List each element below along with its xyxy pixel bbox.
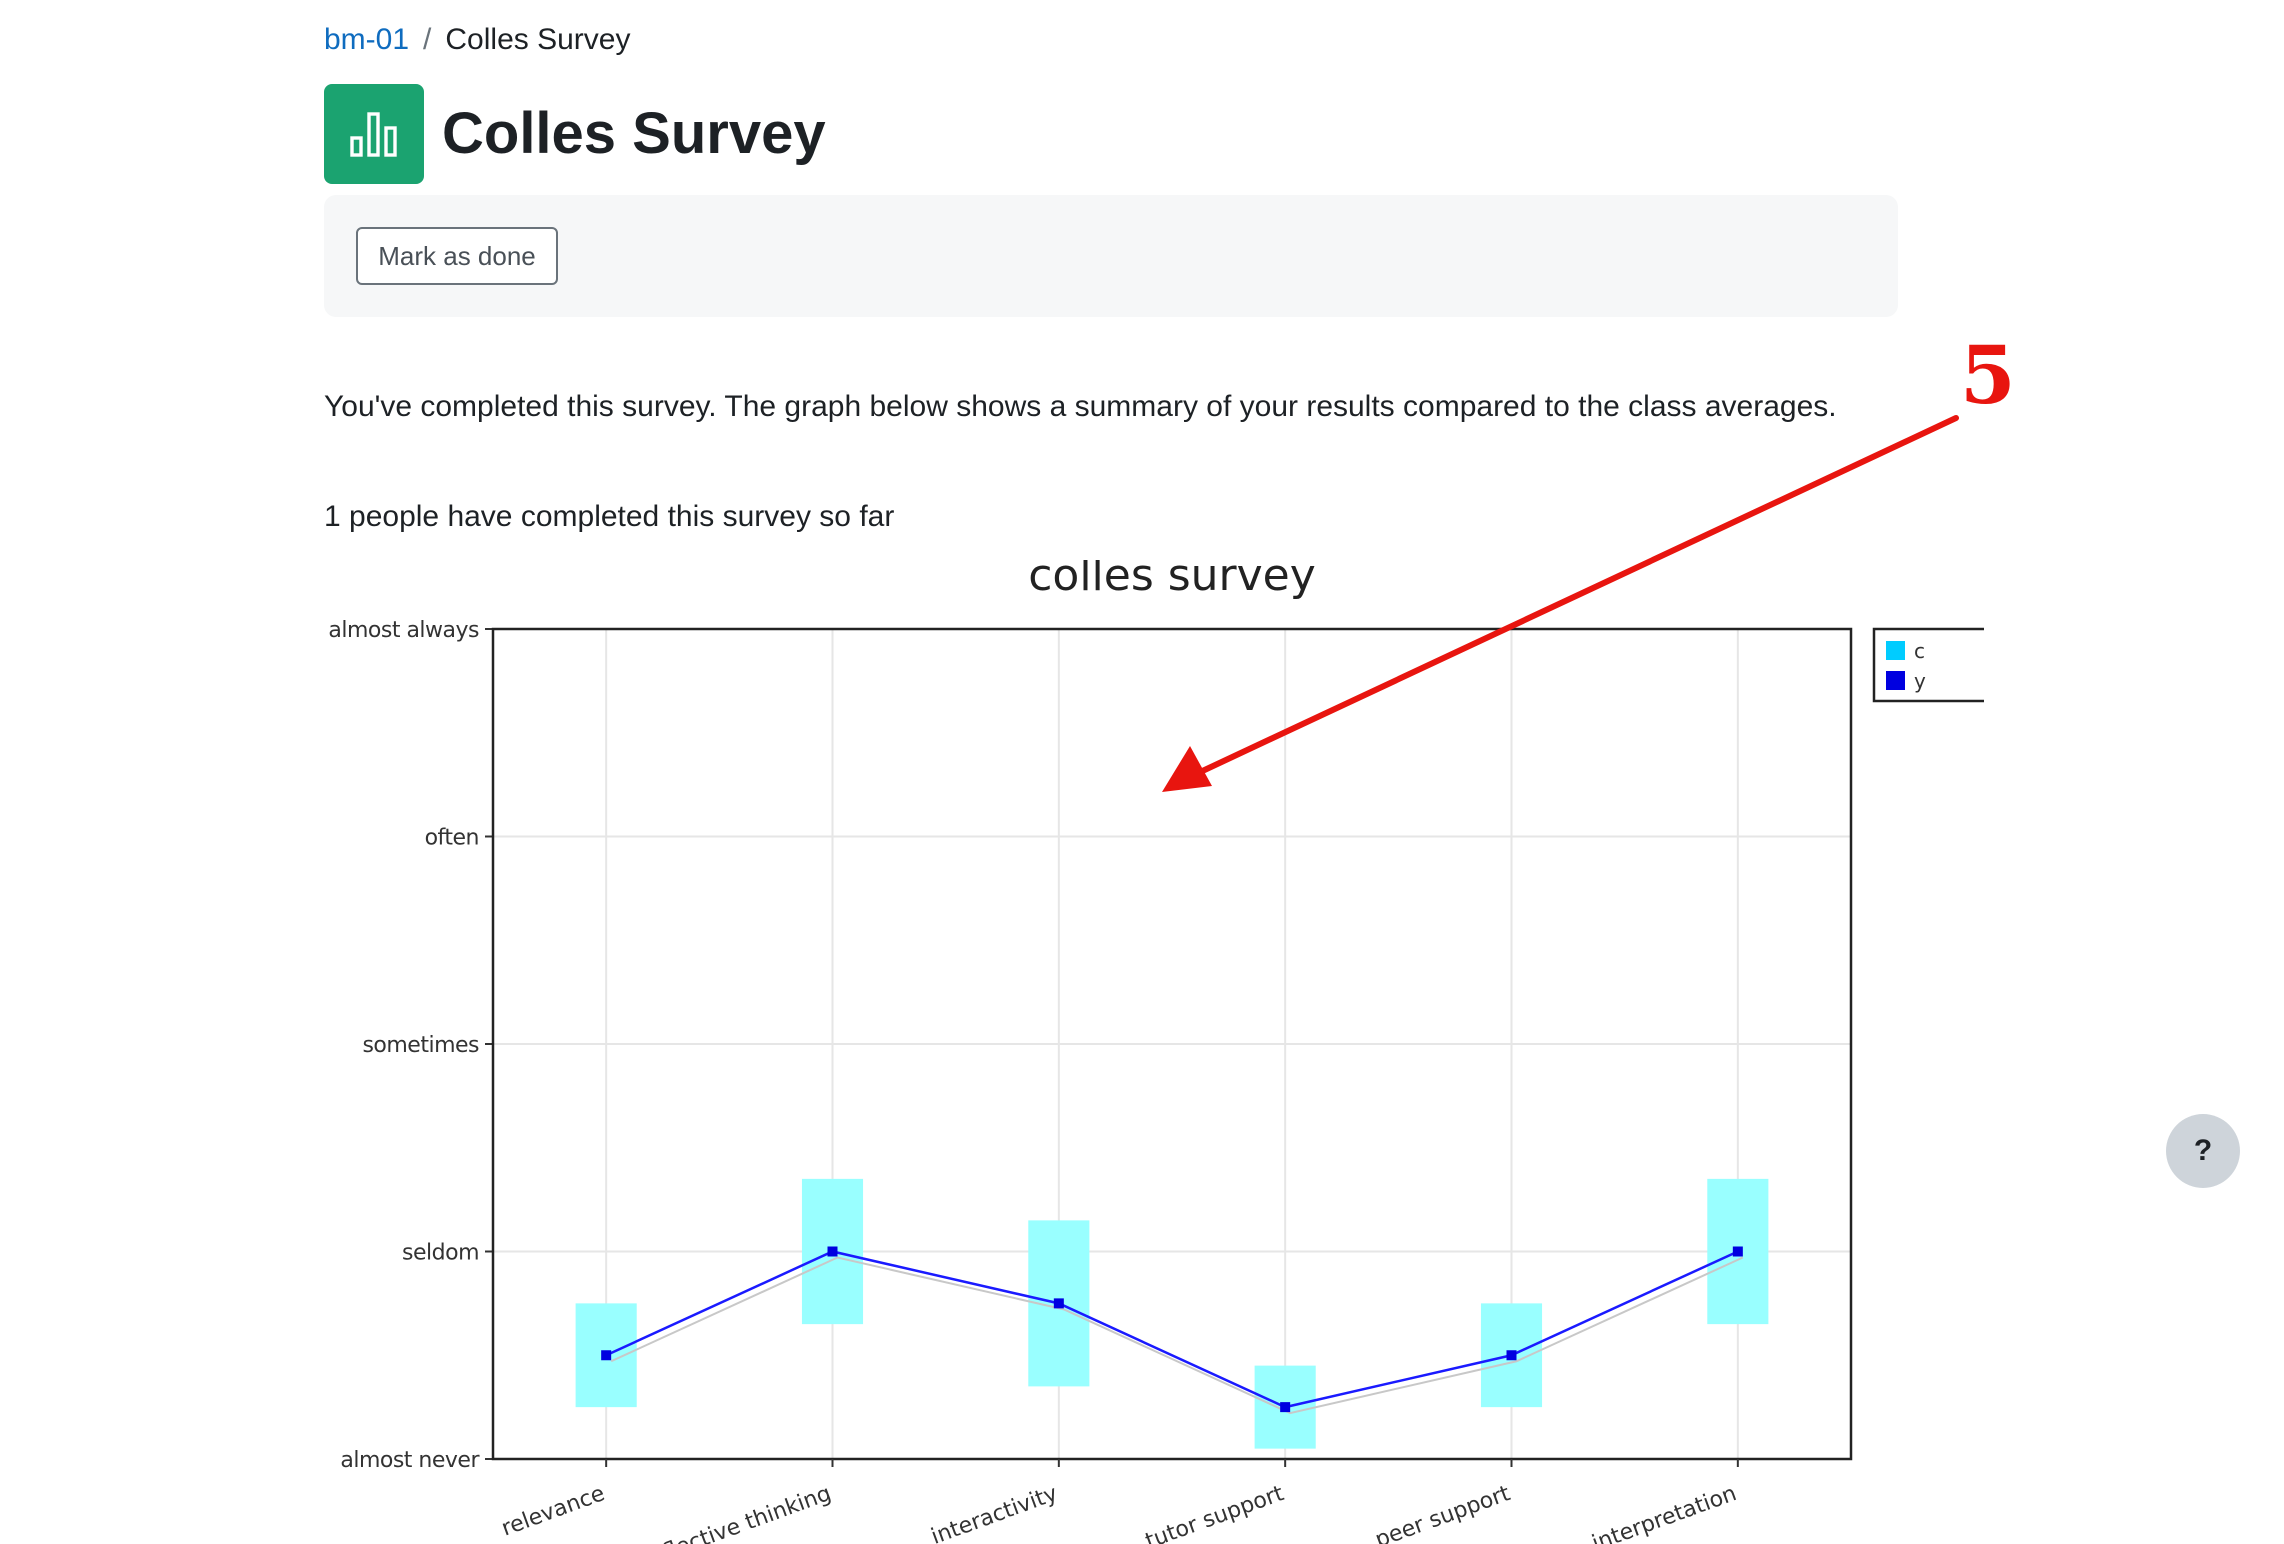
mark-as-done-button[interactable]: Mark as done — [356, 227, 558, 285]
x-tick-label: tutor support — [1142, 1481, 1287, 1544]
breadcrumb-course-link[interactable]: bm-01 — [324, 23, 409, 56]
x-tick-label: interactivity — [928, 1481, 1061, 1544]
y-tick-label: sometimes — [362, 1033, 479, 1058]
y-tick-label: seldom — [402, 1241, 479, 1266]
y-tick-label: almost always — [328, 618, 479, 643]
series-line — [605, 1250, 1739, 1409]
activity-information-panel: Mark as done — [324, 195, 1898, 317]
breadcrumb-separator: / — [423, 23, 432, 56]
series-point — [1732, 1246, 1743, 1257]
y-tick-label: often — [425, 826, 479, 851]
series-point — [1506, 1350, 1517, 1361]
chart-bars-icon — [324, 84, 424, 184]
series-point — [1053, 1298, 1064, 1309]
x-tick-label: interpretation — [1589, 1481, 1740, 1544]
y-tick-label: almost never — [340, 1448, 480, 1473]
annotation-number: 5 — [1960, 328, 2016, 422]
x-tick-label: relevance — [498, 1481, 608, 1541]
series-point — [1280, 1402, 1291, 1413]
breadcrumb-current: Colles Survey — [445, 23, 631, 56]
completion-count: 1 people have completed this survey so f… — [324, 500, 895, 533]
x-tick-label: peer support — [1372, 1481, 1514, 1544]
page-title: Colles Survey — [442, 101, 826, 166]
series-point — [827, 1246, 838, 1257]
series-point — [601, 1350, 612, 1361]
x-tick-label: reflective thinking — [639, 1481, 835, 1544]
page-header: Colles Survey — [324, 84, 826, 184]
breadcrumb: bm-01 / Colles Survey — [324, 20, 630, 60]
annotation-arrow — [1162, 415, 1959, 792]
help-button[interactable]: ? — [2166, 1114, 2240, 1188]
series-shadow-line — [610, 1256, 1744, 1415]
